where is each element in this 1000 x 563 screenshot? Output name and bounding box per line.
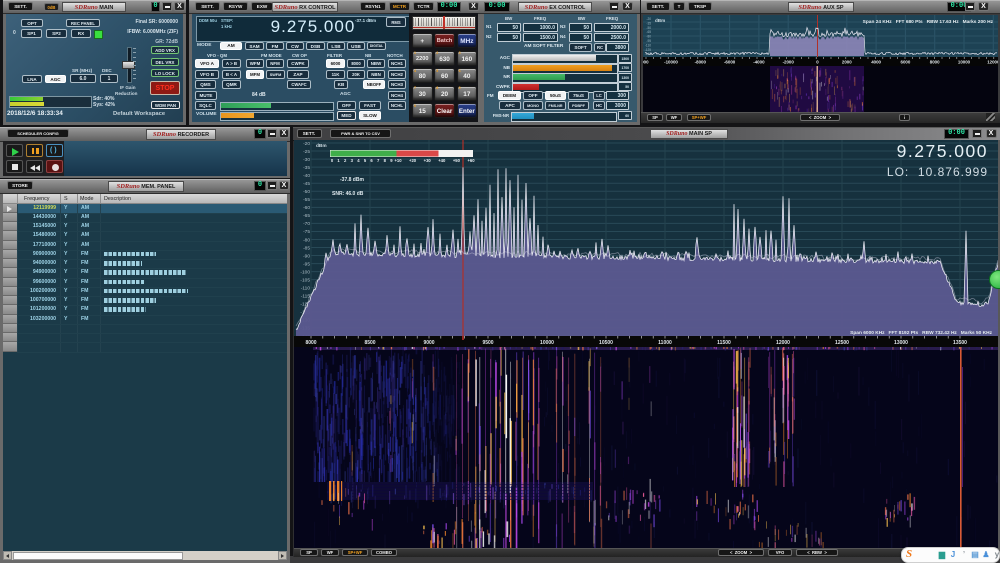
svg-text:0: 0 — [816, 60, 819, 65]
svg-text:-50: -50 — [303, 189, 310, 195]
svg-text:-20: -20 — [303, 141, 310, 147]
svg-text:10000: 10000 — [540, 340, 554, 346]
svg-text:+10: +10 — [394, 158, 402, 163]
svg-text:-6000: -6000 — [724, 60, 736, 65]
svg-text:+20: +20 — [409, 158, 417, 163]
svg-text:-55: -55 — [303, 197, 310, 203]
svg-text:-50: -50 — [646, 26, 651, 30]
svg-text:9500: 9500 — [482, 340, 493, 346]
svg-text:-25: -25 — [303, 149, 310, 155]
svg-text:9000: 9000 — [423, 340, 434, 346]
svg-text:-4000: -4000 — [753, 60, 765, 65]
svg-text:-65: -65 — [303, 213, 310, 219]
svg-text:11500: 11500 — [717, 340, 731, 346]
svg-text:-95: -95 — [303, 261, 310, 267]
svg-text:8000: 8000 — [305, 340, 316, 346]
svg-text:-95: -95 — [646, 39, 651, 43]
svg-text:8500: 8500 — [364, 340, 375, 346]
svg-text:+40: +40 — [438, 158, 446, 163]
svg-text:8000: 8000 — [930, 60, 940, 65]
svg-text:Span 24 KHz FFT 680 Pts RB: Span 24 KHz FFT 680 Pts RBW 17.63 Hz Mar… — [863, 19, 994, 25]
svg-text:-35: -35 — [646, 21, 651, 25]
svg-text:-60: -60 — [303, 205, 310, 211]
svg-text:-8000: -8000 — [695, 60, 707, 65]
svg-text:-37.8 dBm: -37.8 dBm — [340, 177, 364, 183]
svg-text:-75: -75 — [303, 229, 310, 235]
svg-text:-110: -110 — [645, 43, 651, 47]
svg-text:+50: +50 — [453, 158, 461, 163]
svg-text:-80: -80 — [646, 35, 651, 39]
svg-text:-125: -125 — [645, 48, 652, 52]
svg-text:-70: -70 — [303, 221, 310, 227]
svg-text:10000: 10000 — [958, 60, 971, 65]
svg-text:11000: 11000 — [658, 340, 672, 346]
svg-text:+30: +30 — [424, 158, 432, 163]
svg-text:12000: 12000 — [776, 340, 790, 346]
svg-text:dBm: dBm — [655, 18, 665, 23]
svg-text:-12000: -12000 — [643, 60, 649, 65]
svg-text:-35: -35 — [303, 165, 310, 171]
svg-text:-110: -110 — [301, 286, 311, 292]
svg-text:-85: -85 — [303, 245, 310, 251]
svg-text:+60: +60 — [467, 158, 475, 163]
svg-text:12500: 12500 — [835, 340, 849, 346]
svg-text:dBm: dBm — [316, 143, 327, 149]
svg-text:-20: -20 — [646, 17, 651, 21]
svg-text:2000: 2000 — [842, 60, 852, 65]
svg-text:-100: -100 — [300, 269, 310, 275]
svg-text:-30: -30 — [303, 157, 310, 163]
svg-text:-10000: -10000 — [664, 60, 678, 65]
svg-text:13500: 13500 — [953, 340, 967, 346]
svg-text:-45: -45 — [303, 181, 310, 187]
svg-text:-80: -80 — [303, 237, 310, 243]
svg-text:-65: -65 — [646, 30, 651, 34]
svg-text:-90: -90 — [303, 253, 310, 259]
svg-text:-105: -105 — [300, 277, 310, 283]
svg-text:SNR: 46.0 dB: SNR: 46.0 dB — [332, 191, 364, 197]
svg-text:4000: 4000 — [871, 60, 881, 65]
svg-text:12000: 12000 — [987, 60, 998, 65]
svg-text:6000: 6000 — [901, 60, 911, 65]
svg-text:-2000: -2000 — [783, 60, 795, 65]
svg-text:13000: 13000 — [894, 340, 908, 346]
svg-text:-40: -40 — [303, 173, 310, 179]
svg-text:10500: 10500 — [599, 340, 613, 346]
